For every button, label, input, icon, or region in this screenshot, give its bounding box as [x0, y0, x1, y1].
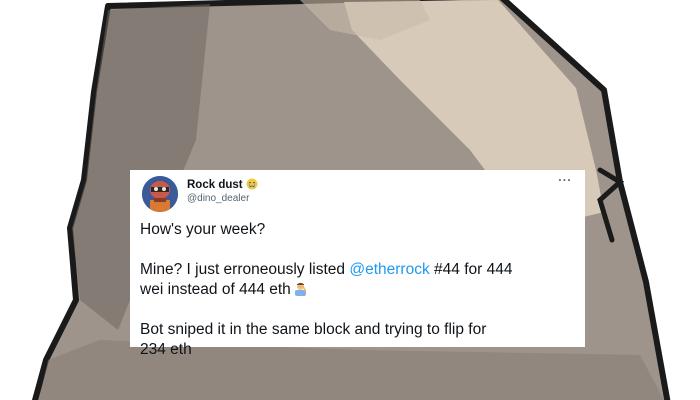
tweet-line-4: Bot sniped it in the same block and tryi…	[140, 321, 487, 338]
tweet-line-5: 234 eth	[140, 341, 192, 358]
mention-link[interactable]: @etherrock	[349, 261, 429, 278]
more-options-button[interactable]: ···	[555, 174, 575, 189]
crying-face-icon	[246, 178, 258, 190]
tweet-card: Rock dust @dino_dealer ··· How's your we…	[130, 170, 585, 358]
tweet-line-2: Mine? I just erroneously listed @etherro…	[140, 261, 513, 278]
user-handle[interactable]: @dino_dealer	[187, 193, 249, 204]
tweet-line-3: wei instead of 444 eth	[140, 280, 578, 300]
avatar[interactable]	[142, 176, 178, 212]
person-facepalming-icon	[294, 282, 307, 296]
avatar-image	[142, 176, 178, 212]
tweet-text: How's your week? Mine? I just erroneousl…	[140, 220, 578, 360]
tweet-line-1: How's your week?	[140, 221, 266, 238]
display-name[interactable]: Rock dust	[187, 178, 258, 191]
